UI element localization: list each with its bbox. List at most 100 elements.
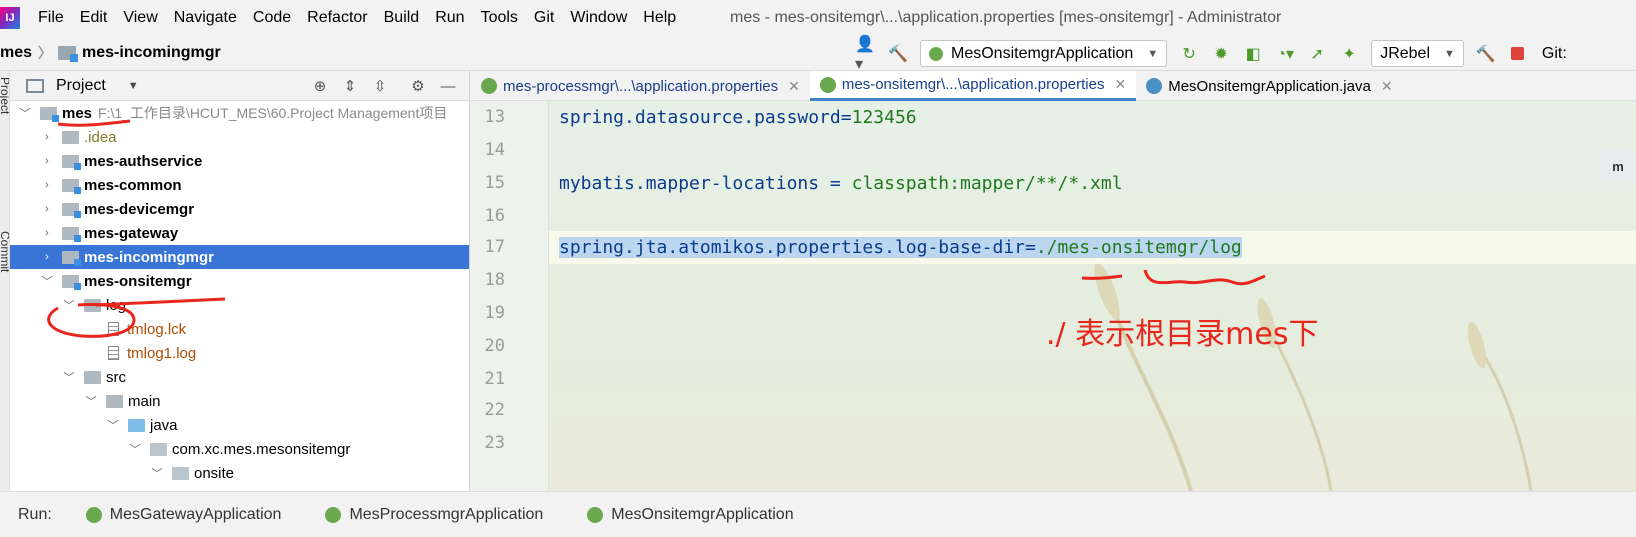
profiler-icon[interactable]: ◔▾ — [1274, 43, 1296, 65]
maven-badge-icon[interactable]: m — [1600, 151, 1636, 181]
menu-help[interactable]: Help — [635, 0, 684, 36]
close-icon[interactable]: ✕ — [788, 78, 800, 95]
gear-icon[interactable]: ⚙ — [409, 77, 427, 95]
tree-row-incomingmgr[interactable]: › mes-incomingmgr — [10, 245, 469, 269]
git-label: Git: — [1541, 44, 1567, 62]
spring-boot-icon — [85, 506, 102, 523]
chevron-down-icon[interactable]: ﹀ — [84, 393, 98, 409]
code-line-13[interactable]: spring.datasource.password=123456 — [559, 107, 917, 128]
property-value: 123456 — [851, 107, 917, 128]
debug-bug-icon[interactable]: ✹ — [1210, 43, 1232, 65]
menu-run[interactable]: Run — [427, 0, 472, 36]
tab-label: mes-processmgr\...\application.propertie… — [503, 77, 779, 95]
tree-label: main — [128, 392, 161, 410]
user-account-icon[interactable]: 👤▾ — [855, 36, 877, 73]
hammer-disabled-icon[interactable]: 🔨 — [1475, 43, 1497, 65]
breadcrumb-module[interactable]: mes-incomingmgr — [82, 44, 221, 62]
menu-build[interactable]: Build — [376, 0, 428, 36]
main-toolbar: 👤▾ 🔨 MesOnsitemgrApplication ▼ ↻ ✹ ◧ ◔▾ … — [850, 36, 1567, 73]
menu-file[interactable]: File — [30, 0, 72, 36]
line-number: 21 — [484, 369, 505, 389]
tree-row-src[interactable]: ﹀ src — [10, 365, 469, 389]
tree-row-authservice[interactable]: › mes-authservice — [10, 149, 469, 173]
tree-row-devicemgr[interactable]: › mes-devicemgr — [10, 197, 469, 221]
tree-row-main[interactable]: ﹀ main — [10, 389, 469, 413]
rerun-icon[interactable]: ↻ — [1178, 43, 1200, 65]
breadcrumb-root[interactable]: mes — [0, 44, 32, 62]
menu-refactor[interactable]: Refactor — [299, 0, 375, 36]
menu-git[interactable]: Git — [526, 0, 562, 36]
properties-file-icon — [481, 78, 497, 94]
jrebel-debug-icon[interactable]: ✦ — [1338, 43, 1360, 65]
stop-icon[interactable] — [1507, 43, 1529, 65]
menu-edit[interactable]: Edit — [72, 0, 116, 36]
coverage-icon[interactable]: ◧ — [1242, 43, 1264, 65]
chevron-down-icon[interactable]: ﹀ — [150, 465, 164, 481]
module-folder-icon — [62, 226, 81, 242]
run-tab-processmgr[interactable]: MesProcessmgrApplication — [325, 506, 543, 524]
build-hammer-icon[interactable]: 🔨 — [887, 43, 909, 65]
tab-label: mes-onsitemgr\...\application.properties — [841, 76, 1105, 93]
close-icon[interactable]: ✕ — [1381, 78, 1393, 95]
tree-row-mes[interactable]: ﹀ mes F:\1_工作目录\HCUT_MES\60.Project Mana… — [10, 101, 469, 125]
line-number: 19 — [484, 303, 505, 323]
chevron-right-icon[interactable]: › — [40, 179, 54, 191]
tree-row-common[interactable]: › mes-common — [10, 173, 469, 197]
expand-all-icon[interactable]: ⇕ — [341, 77, 359, 95]
jrebel-label: JRebel — [1380, 44, 1430, 62]
chevron-right-icon[interactable]: › — [40, 203, 54, 215]
chevron-right-icon[interactable]: › — [40, 227, 54, 239]
menu-window[interactable]: Window — [562, 0, 635, 36]
chevron-down-icon[interactable]: ﹀ — [128, 441, 142, 457]
run-tab-gateway[interactable]: MesGatewayApplication — [85, 506, 281, 524]
tree-row-onsitemgr[interactable]: ﹀ mes-onsitemgr — [10, 269, 469, 293]
chevron-down-icon[interactable]: ﹀ — [62, 297, 76, 313]
tree-row-tmlog1-log[interactable]: tmlog1.log — [10, 341, 469, 365]
menu-view[interactable]: View — [115, 0, 165, 36]
menu-tools[interactable]: Tools — [473, 0, 526, 36]
tree-row-package[interactable]: ﹀ com.xc.mes.mesonsitemgr — [10, 437, 469, 461]
tab-onsitemgr-application-java[interactable]: MesOnsitemgrApplication.java ✕ — [1136, 71, 1402, 101]
tree-row-gateway[interactable]: › mes-gateway — [10, 221, 469, 245]
property-key: spring.jta.atomikos.properties.log-base-… — [559, 237, 1025, 258]
chevron-right-icon[interactable]: › — [40, 155, 54, 167]
tree-label: java — [150, 416, 178, 434]
code-line-15[interactable]: mybatis.mapper-locations = classpath:map… — [559, 173, 1123, 194]
folder-icon — [62, 130, 79, 144]
run-configuration-select[interactable]: MesOnsitemgrApplication ▼ — [920, 40, 1168, 67]
chevron-down-icon[interactable]: ﹀ — [62, 369, 76, 385]
locate-file-icon[interactable]: ⊕ — [311, 77, 329, 95]
tree-label: mes-incomingmgr — [84, 248, 215, 266]
jrebel-run-icon[interactable]: ➚ — [1306, 43, 1328, 65]
tree-row-onsite[interactable]: ﹀ onsite — [10, 461, 469, 485]
tree-label: src — [106, 368, 126, 386]
tree-row-log[interactable]: ﹀ log — [10, 293, 469, 317]
close-icon[interactable]: ✕ — [1114, 76, 1126, 93]
project-tool-window-button[interactable]: Project — [0, 77, 9, 114]
code-line-17[interactable]: spring.jta.atomikos.properties.log-base-… — [559, 237, 1242, 258]
menu-navigate[interactable]: Navigate — [166, 0, 245, 36]
chevron-right-icon[interactable]: › — [40, 131, 54, 143]
project-panel-title[interactable]: Project — [56, 77, 106, 95]
collapse-all-icon[interactable]: ⇳ — [371, 77, 389, 95]
commit-tool-window-button[interactable]: Commit — [0, 231, 9, 272]
tree-row-tmlog-lck[interactable]: tmlog.lck — [10, 317, 469, 341]
module-folder-icon — [62, 178, 81, 194]
tree-row-java[interactable]: ﹀ java — [10, 413, 469, 437]
chevron-down-icon[interactable]: ﹀ — [18, 105, 32, 121]
tree-label: .idea — [84, 128, 117, 146]
minimize-icon[interactable]: — — [439, 77, 457, 95]
chevron-down-icon[interactable]: ﹀ — [40, 273, 54, 289]
tab-processmgr-properties[interactable]: mes-processmgr\...\application.propertie… — [471, 71, 810, 101]
tree-label: tmlog1.log — [127, 344, 197, 362]
jrebel-select[interactable]: JRebel ▼ — [1371, 40, 1464, 67]
chevron-right-icon[interactable]: › — [40, 251, 54, 263]
tab-onsitemgr-properties[interactable]: mes-onsitemgr\...\application.properties… — [809, 71, 1137, 101]
menu-code[interactable]: Code — [245, 0, 299, 36]
run-tab-onsitemgr[interactable]: MesOnsitemgrApplication — [587, 506, 794, 524]
code-editor[interactable]: 13 14 15 16 17 18 19 20 21 22 23 spring.… — [471, 101, 1636, 491]
chevron-down-icon[interactable]: ▼ — [128, 80, 139, 92]
tree-row-idea[interactable]: › .idea — [10, 125, 469, 149]
chevron-down-icon[interactable]: ﹀ — [106, 417, 120, 433]
wheat-background-decoration — [1094, 262, 1533, 491]
